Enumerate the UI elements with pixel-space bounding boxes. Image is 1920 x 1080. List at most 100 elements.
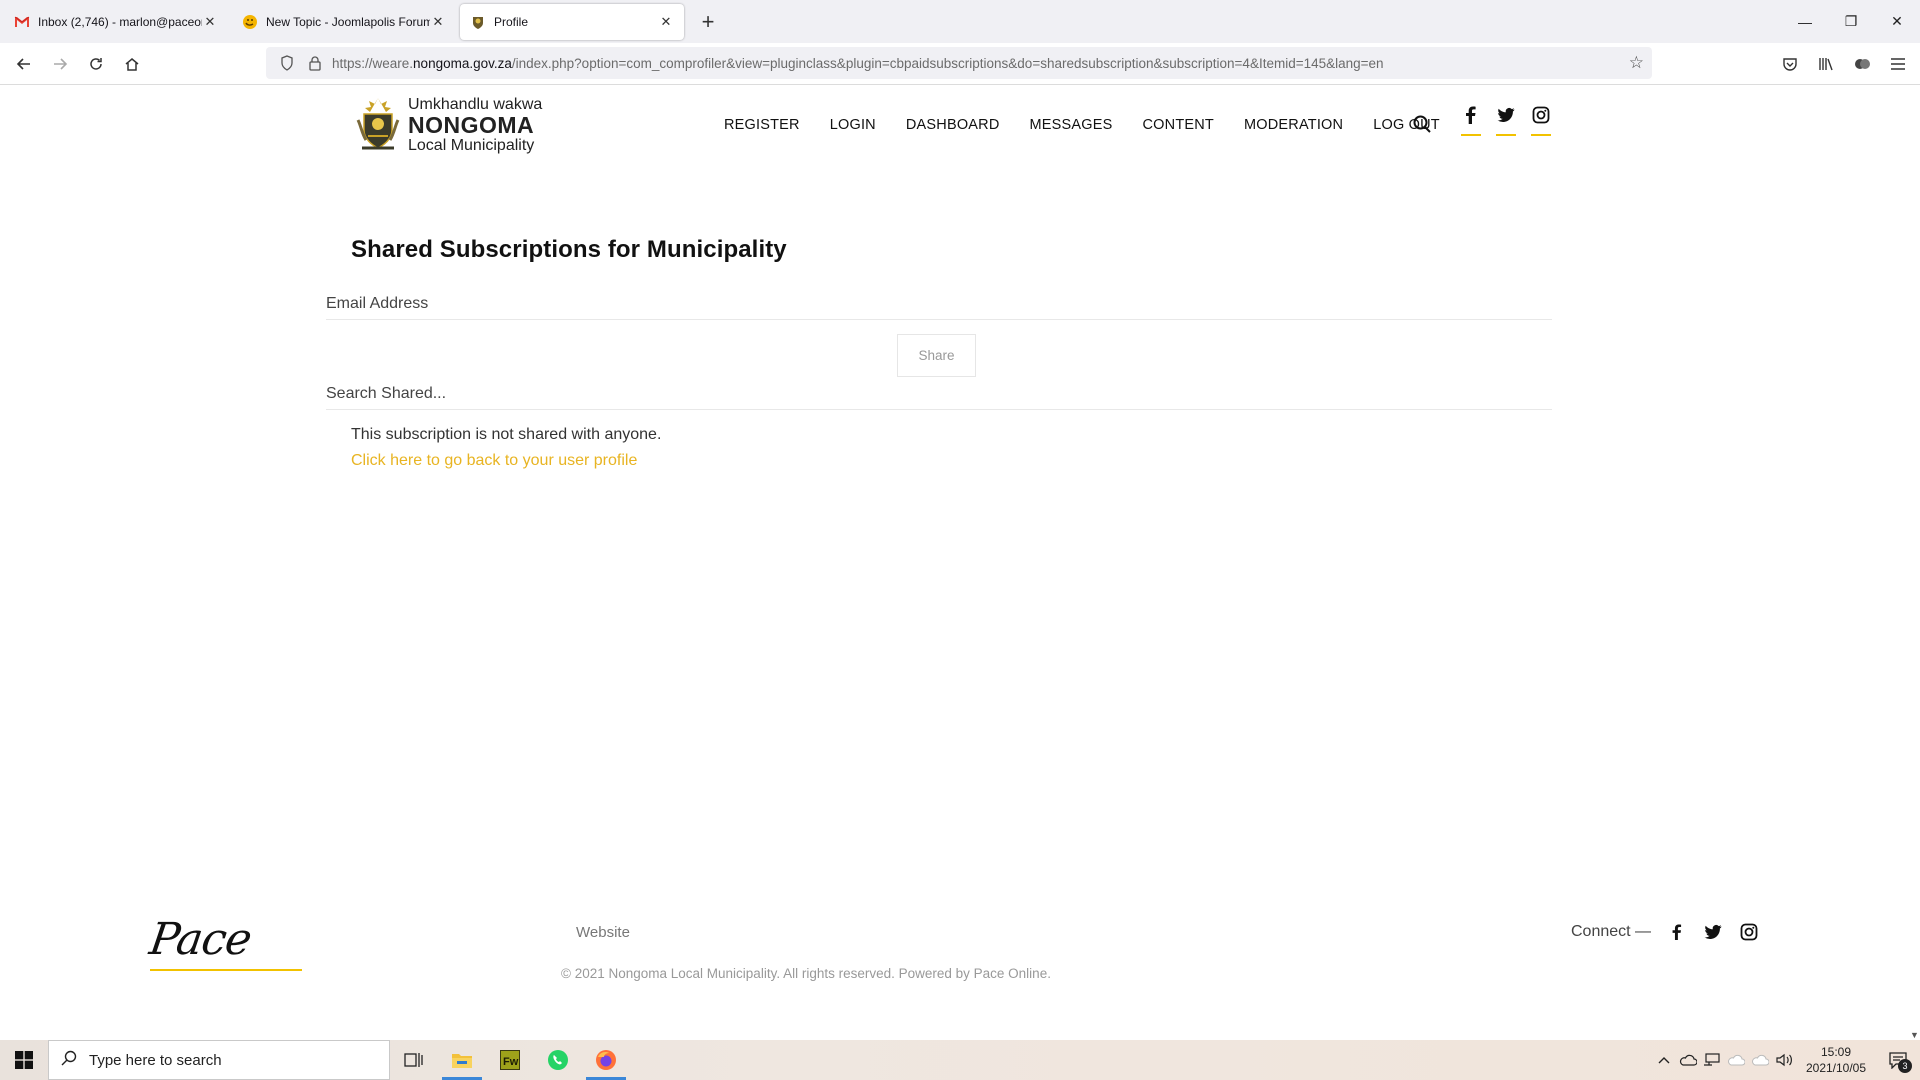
windows-logo-icon bbox=[15, 1051, 33, 1069]
system-clock[interactable]: 15:09 2021/10/05 bbox=[1796, 1044, 1876, 1076]
restore-icon[interactable]: ❐ bbox=[1828, 0, 1874, 43]
site-logo[interactable]: Umkhandlu wakwa NONGOMA Local Municipali… bbox=[356, 96, 542, 154]
search-icon bbox=[61, 1050, 77, 1071]
taskbar-search-box[interactable]: Type here to search bbox=[48, 1040, 390, 1080]
reload-icon bbox=[90, 57, 102, 70]
pace-underline bbox=[150, 969, 302, 971]
close-tab-icon[interactable]: ✕ bbox=[202, 14, 218, 30]
empty-state-message: This subscription is not shared with any… bbox=[351, 426, 662, 443]
toolbar-right bbox=[1772, 48, 1916, 80]
crest-icon bbox=[470, 14, 486, 30]
window-controls: — ❐ ✕ bbox=[1782, 0, 1920, 43]
url-domain: nongoma.gov.za bbox=[413, 55, 512, 71]
twitter-icon bbox=[1497, 107, 1515, 122]
action-center-button[interactable]: 3 bbox=[1876, 1040, 1920, 1080]
tab-joomlapolis[interactable]: New Topic - Joomlapolis Forum ✕ bbox=[232, 4, 456, 40]
tab-profile[interactable]: Profile ✕ bbox=[460, 4, 684, 40]
library-icon[interactable] bbox=[1808, 48, 1844, 80]
volume-icon[interactable] bbox=[1772, 1040, 1796, 1080]
cloud-sync-icon[interactable] bbox=[1724, 1040, 1748, 1080]
pace-logo[interactable]: Pace bbox=[146, 914, 310, 971]
account-icon[interactable] bbox=[1844, 48, 1880, 80]
forward-arrow-icon bbox=[54, 57, 68, 70]
page-title: Shared Subscriptions for Municipality bbox=[351, 236, 787, 263]
gmail-icon bbox=[14, 14, 30, 30]
close-tab-icon[interactable]: ✕ bbox=[658, 14, 674, 30]
clock-time: 15:09 bbox=[1820, 1044, 1852, 1059]
whatsapp-app-button[interactable] bbox=[534, 1040, 582, 1080]
facebook-link[interactable] bbox=[1460, 106, 1482, 144]
whatsapp-icon bbox=[548, 1050, 568, 1070]
email-address-input[interactable] bbox=[326, 288, 1552, 320]
twitter-link[interactable] bbox=[1495, 106, 1517, 144]
facebook-icon bbox=[1466, 106, 1476, 124]
task-view-button[interactable] bbox=[390, 1040, 438, 1080]
back-to-profile-link[interactable]: Click here to go back to your user profi… bbox=[351, 452, 637, 470]
menu-moderation[interactable]: MODERATION bbox=[1244, 117, 1343, 133]
url-path: /index.php?option=com_comprofiler&view=p… bbox=[511, 55, 1384, 71]
url-prefix: https://weare. bbox=[332, 55, 414, 71]
tab-title: Inbox (2,746) - marlon@paceonline bbox=[38, 15, 202, 29]
fireworks-icon: Fw bbox=[500, 1050, 520, 1070]
page-scrollbar[interactable]: ▼ bbox=[1908, 86, 1920, 1040]
menu-content[interactable]: CONTENT bbox=[1143, 117, 1214, 133]
main-menu: REGISTER LOGIN DASHBOARD MESSAGES CONTEN… bbox=[724, 117, 1470, 133]
file-explorer-button[interactable] bbox=[438, 1040, 486, 1080]
web-page: Umkhandlu wakwa NONGOMA Local Municipali… bbox=[0, 86, 1920, 1040]
chevron-up-icon[interactable] bbox=[1652, 1040, 1676, 1080]
url-bar[interactable]: https://weare.nongoma.gov.za/index.php?o… bbox=[266, 47, 1652, 79]
menu-dashboard[interactable]: DASHBOARD bbox=[906, 117, 1000, 133]
svg-text:Fw: Fw bbox=[503, 1056, 519, 1068]
footer-twitter-link[interactable] bbox=[1703, 922, 1723, 942]
share-button[interactable]: Share bbox=[897, 334, 976, 377]
back-button[interactable] bbox=[6, 48, 42, 80]
network-icon[interactable] bbox=[1700, 1040, 1724, 1080]
close-window-icon[interactable]: ✕ bbox=[1874, 0, 1920, 43]
bookmark-star-icon[interactable]: ☆ bbox=[1629, 53, 1644, 73]
logo-line-3: Local Municipality bbox=[408, 136, 535, 154]
folder-icon bbox=[452, 1054, 472, 1068]
tab-title: New Topic - Joomlapolis Forum bbox=[266, 15, 430, 29]
cloud-icon[interactable] bbox=[1748, 1040, 1772, 1080]
lock-icon[interactable] bbox=[304, 55, 326, 71]
footer-facebook-link[interactable] bbox=[1667, 922, 1687, 942]
menu-messages[interactable]: MESSAGES bbox=[1030, 117, 1113, 133]
twitter-icon bbox=[1704, 924, 1722, 939]
footer-copyright: © 2021 Nongoma Local Municipality. All r… bbox=[561, 966, 1051, 981]
footer-instagram-link[interactable] bbox=[1739, 922, 1759, 942]
instagram-link[interactable] bbox=[1530, 106, 1552, 144]
hamburger-menu-icon[interactable] bbox=[1880, 48, 1916, 80]
new-tab-button[interactable]: + bbox=[690, 4, 726, 40]
url-text: https://weare.nongoma.gov.za/index.php?o… bbox=[332, 56, 1384, 71]
pace-brand: Pace bbox=[146, 914, 255, 965]
reload-button[interactable] bbox=[78, 48, 114, 80]
logo-line-1: Umkhandlu wakwa bbox=[408, 95, 543, 113]
facebook-icon bbox=[1672, 924, 1682, 940]
onedrive-icon[interactable] bbox=[1676, 1040, 1700, 1080]
start-button[interactable] bbox=[0, 1040, 48, 1080]
shield-icon[interactable] bbox=[276, 55, 298, 71]
menu-login[interactable]: LOGIN bbox=[830, 117, 876, 133]
logo-line-2: NONGOMA bbox=[408, 111, 535, 138]
firefox-app-button[interactable] bbox=[582, 1040, 630, 1080]
social-underline bbox=[1531, 134, 1551, 136]
tab-gmail-inbox[interactable]: Inbox (2,746) - marlon@paceonline ✕ bbox=[4, 4, 228, 40]
browser-nav-bar: https://weare.nongoma.gov.za/index.php?o… bbox=[0, 43, 1920, 85]
fireworks-app-button[interactable]: Fw bbox=[486, 1040, 534, 1080]
firefox-icon bbox=[596, 1050, 616, 1070]
minimize-icon[interactable]: — bbox=[1782, 0, 1828, 43]
forward-button[interactable] bbox=[42, 48, 78, 80]
clock-date: 2021/10/05 bbox=[1805, 1061, 1867, 1075]
taskbar-search-placeholder: Type here to search bbox=[89, 1051, 222, 1069]
search-shared-input[interactable] bbox=[326, 378, 1552, 410]
footer-website-link[interactable]: Website bbox=[576, 924, 630, 941]
scroll-down-icon[interactable]: ▼ bbox=[1910, 1030, 1919, 1040]
menu-register[interactable]: REGISTER bbox=[724, 117, 800, 133]
search-icon[interactable] bbox=[1412, 114, 1432, 134]
municipal-crest-icon bbox=[356, 98, 400, 150]
instagram-icon bbox=[1740, 923, 1758, 941]
social-underline bbox=[1461, 134, 1481, 136]
close-tab-icon[interactable]: ✕ bbox=[430, 14, 446, 30]
home-button[interactable] bbox=[114, 48, 150, 80]
pocket-icon[interactable] bbox=[1772, 48, 1808, 80]
